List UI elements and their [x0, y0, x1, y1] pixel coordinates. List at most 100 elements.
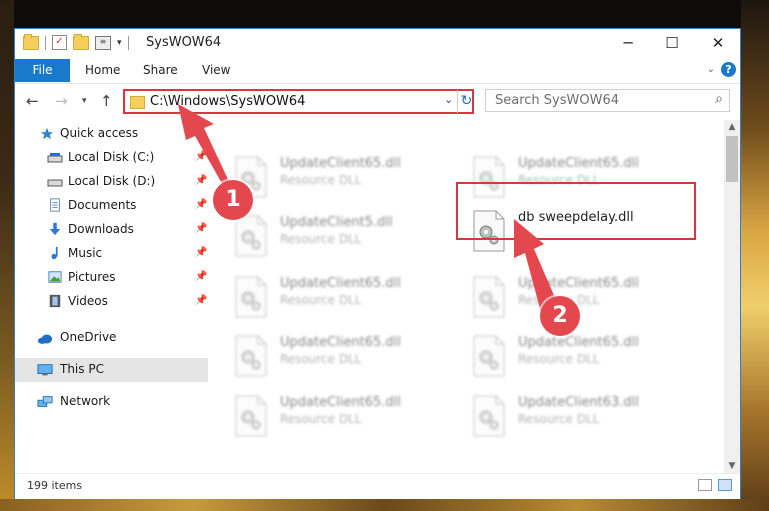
- sidebar-item-downloads[interactable]: Downloads 📌: [15, 218, 208, 242]
- toolbar-divider: [45, 35, 46, 50]
- maximize-button[interactable]: ☐: [649, 29, 695, 58]
- sidebar-item-onedrive[interactable]: OneDrive: [15, 326, 208, 350]
- new-folder-icon[interactable]: [73, 33, 89, 50]
- sidebar-label: Documents: [68, 198, 137, 212]
- file-item[interactable]: UpdateClient65.dll Resource DLL: [472, 276, 692, 326]
- details-view-icon[interactable]: [698, 479, 712, 491]
- sidebar-item-quick-access[interactable]: Quick access: [15, 122, 208, 146]
- file-explorer-window: ✓ ≡ ▾ SysWOW64 ─ ☐ ✕ File Home Share Vie…: [14, 28, 741, 499]
- scroll-down-icon[interactable]: ▼: [724, 461, 740, 471]
- sidebar-label: Music: [68, 246, 103, 260]
- pin-icon[interactable]: 📌: [195, 151, 207, 162]
- file-item[interactable]: UpdateClient5.dll Resource DLL: [234, 215, 454, 265]
- tab-home[interactable]: Home: [85, 59, 120, 82]
- scroll-thumb[interactable]: [726, 136, 738, 182]
- minimize-button[interactable]: ─: [605, 29, 651, 58]
- pin-icon[interactable]: 📌: [195, 247, 207, 258]
- address-dropdown-icon[interactable]: ⌄: [444, 93, 453, 106]
- dll-file-icon: [234, 215, 268, 257]
- step-1-badge: 1: [213, 180, 253, 220]
- status-bar: 199 items: [15, 473, 740, 499]
- file-name: UpdateClient65.dll: [280, 156, 401, 171]
- documents-icon: [50, 198, 60, 212]
- sidebar-item-documents[interactable]: Documents 📌: [15, 194, 208, 218]
- file-list: UpdateClient65.dll Resource DLL UpdateClie…: [208, 120, 724, 473]
- tab-share[interactable]: Share: [143, 59, 178, 82]
- window-title: SysWOW64: [146, 35, 222, 50]
- address-path[interactable]: C:\Windows\SysWOW64: [150, 94, 305, 109]
- desktop-wallpaper-left: [0, 0, 14, 511]
- search-placeholder: Search SysWOW64: [495, 93, 619, 108]
- vertical-scrollbar[interactable]: ▲ ▼: [724, 120, 740, 473]
- cloud-icon: [37, 334, 53, 344]
- sidebar-item-local-disk-c[interactable]: Local Disk (C:) 📌: [15, 146, 208, 170]
- recent-locations-icon[interactable]: ▾: [82, 96, 87, 106]
- ribbon-controls: ⌄ ?: [707, 62, 736, 77]
- sidebar-label: Pictures: [68, 270, 116, 284]
- file-name: UpdateClient5.dll: [280, 215, 393, 230]
- help-icon[interactable]: ?: [721, 62, 736, 77]
- sidebar-label: Network: [60, 394, 111, 408]
- star-icon: [40, 127, 54, 140]
- expand-ribbon-icon[interactable]: ⌄: [707, 64, 715, 75]
- sidebar-item-local-disk-d[interactable]: Local Disk (D:) 📌: [15, 170, 208, 194]
- tab-view[interactable]: View: [202, 59, 230, 82]
- pin-icon[interactable]: 📌: [195, 295, 207, 306]
- file-item[interactable]: UpdateClient65.dll Resource DLL: [234, 335, 454, 385]
- file-type: Resource DLL: [280, 232, 362, 246]
- file-type: Resource DLL: [518, 352, 600, 366]
- sidebar-item-music[interactable]: Music 📌: [15, 242, 208, 266]
- up-arrow-icon[interactable]: ↑: [100, 92, 113, 110]
- file-item[interactable]: UpdateClient65.dll Resource DLL: [234, 276, 454, 326]
- file-name: UpdateClient65.dll: [280, 276, 401, 291]
- scroll-up-icon[interactable]: ▲: [724, 122, 740, 132]
- navigation-pane: Quick access Local Disk (C:) 📌 Local Dis…: [15, 120, 208, 473]
- drive-icon: [47, 179, 63, 187]
- desktop-wallpaper-bottom: [0, 499, 769, 511]
- sidebar-label: Videos: [68, 294, 108, 308]
- file-item[interactable]: UpdateClient63.dll Resource DLL: [472, 395, 692, 445]
- file-type: Resource DLL: [518, 412, 600, 426]
- drive-icon: [47, 153, 63, 163]
- sidebar-item-pictures[interactable]: Pictures 📌: [15, 266, 208, 290]
- sidebar-item-network[interactable]: Network: [15, 390, 208, 414]
- music-icon: [51, 246, 58, 260]
- properties-check-icon[interactable]: ✓: [52, 35, 67, 50]
- sidebar-label: Downloads: [68, 222, 134, 236]
- qat-dropdown-icon[interactable]: ▾: [117, 38, 122, 48]
- forward-arrow-icon[interactable]: →: [55, 92, 68, 110]
- dll-file-icon: [472, 335, 506, 377]
- computer-icon: [37, 364, 53, 376]
- address-bar[interactable]: C:\Windows\SysWOW64 ⌄ ↻: [123, 89, 474, 114]
- file-item[interactable]: UpdateClient65.dll Resource DLL: [234, 395, 454, 445]
- search-icon[interactable]: ⌕: [715, 91, 723, 107]
- refresh-icon[interactable]: ↻: [457, 90, 475, 113]
- sidebar-label: OneDrive: [60, 330, 117, 344]
- pin-icon[interactable]: 📌: [195, 223, 207, 234]
- file-name: UpdateClient65.dll: [518, 335, 639, 350]
- sidebar-label: Quick access: [60, 126, 139, 140]
- pin-icon[interactable]: 📌: [195, 175, 207, 186]
- file-name: UpdateClient65.dll: [280, 395, 401, 410]
- file-item[interactable]: UpdateClient65.dll Resource DLL: [234, 156, 454, 206]
- sidebar-item-videos[interactable]: Videos 📌: [15, 290, 208, 314]
- sidebar-item-this-pc[interactable]: This PC: [15, 358, 208, 382]
- dll-file-icon: [472, 276, 506, 318]
- quick-access-toolbar: ✓ ≡ ▾: [23, 33, 129, 50]
- downloads-icon: [49, 222, 61, 236]
- back-arrow-icon[interactable]: ←: [26, 92, 39, 110]
- dll-file-icon: [472, 395, 506, 437]
- close-button[interactable]: ✕: [695, 29, 741, 58]
- target-file-highlight: [456, 182, 696, 240]
- large-icons-view-icon[interactable]: [718, 479, 732, 491]
- folder-icon[interactable]: [23, 33, 39, 50]
- navigation-bar: ← → ▾ ↑ C:\Windows\SysWOW64 ⌄ ↻ Search S…: [15, 83, 740, 120]
- customize-icon[interactable]: ≡: [95, 35, 111, 50]
- file-type: Resource DLL: [280, 412, 362, 426]
- pin-icon[interactable]: 📌: [195, 271, 207, 282]
- search-input[interactable]: Search SysWOW64 ⌕: [485, 89, 730, 112]
- pin-icon[interactable]: 📌: [195, 199, 207, 210]
- file-item[interactable]: UpdateClient65.dll Resource DLL: [472, 335, 692, 385]
- file-name: UpdateClient65.dll: [518, 156, 639, 171]
- tab-file[interactable]: File: [15, 59, 70, 82]
